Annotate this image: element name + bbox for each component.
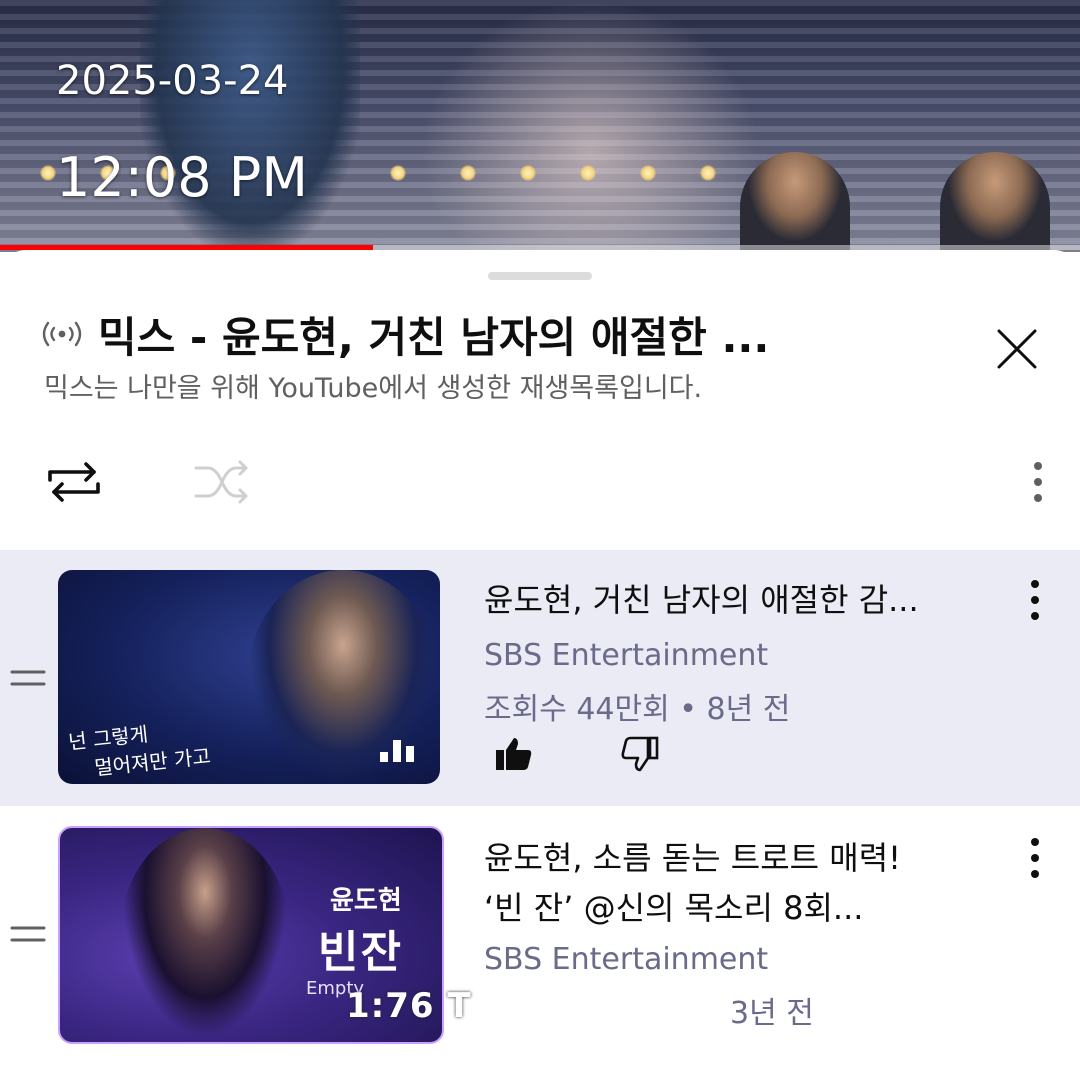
drag-handle[interactable] — [488, 272, 592, 280]
stage-glow — [420, 0, 760, 252]
thumbnail-song: 빈잔 — [318, 927, 403, 978]
playlist-controls — [0, 450, 1080, 514]
mix-broadcast-icon — [42, 321, 82, 347]
shuffle-icon[interactable] — [192, 458, 252, 506]
overlay-date: 2025-03-24 — [56, 58, 289, 104]
like-icon[interactable] — [494, 736, 534, 772]
drag-reorder-icon[interactable] — [10, 919, 46, 949]
drag-reorder-icon[interactable] — [10, 663, 46, 693]
playlist-header: 믹스 - 윤도현, 거친 남자의 애절한 ... — [40, 304, 940, 364]
video-title-line2: ‘빈 잔’ @신의 목소리 8회... — [484, 889, 864, 927]
video-player[interactable]: 2025-03-24 12:08 PM — [0, 0, 1080, 252]
more-vertical-icon[interactable] — [1020, 834, 1050, 882]
playlist-title: 믹스 - 윤도현, 거친 남자의 애절한 ... — [98, 312, 770, 362]
video-meta: 3년 전 — [730, 996, 814, 1031]
judge-figure — [940, 152, 1050, 252]
overlay-time: 12:08 PM — [56, 146, 308, 209]
video-meta: 조회수 44만회 • 8년 전 — [484, 692, 791, 727]
video-thumbnail[interactable]: 넌 그렇게 멀어져만 가고 — [58, 570, 440, 784]
channel-name: SBS Entertainment — [484, 942, 769, 977]
judge-figure — [740, 152, 850, 252]
channel-name: SBS Entertainment — [484, 638, 769, 673]
playlist-subtitle: 믹스는 나만을 위해 YouTube에서 생성한 재생목록입니다. — [44, 373, 703, 404]
now-playing-icon — [380, 740, 414, 762]
singer-image — [120, 828, 290, 1042]
loop-icon[interactable] — [44, 456, 104, 508]
playlist-item[interactable]: 윤도현 빈잔 Empty 윤도현, 소름 돋는 트로트 매력! ‘빈 잔’ @신… — [0, 806, 1080, 1080]
thumbnail-artist: 윤도현 — [330, 886, 402, 916]
video-title-line1: 윤도현, 소름 돋는 트로트 매력! — [484, 839, 901, 877]
overlay-toast: 1:76 T — [346, 986, 472, 1026]
more-vertical-icon[interactable] — [1022, 458, 1054, 506]
dislike-icon[interactable] — [620, 736, 660, 772]
video-title: 윤도현, 거친 남자의 애절한 감... — [484, 581, 919, 619]
playlist-item[interactable]: 넌 그렇게 멀어져만 가고 윤도현, 거친 남자의 애절한 감... SBS E… — [0, 550, 1080, 806]
close-icon[interactable] — [992, 324, 1042, 374]
more-vertical-icon[interactable] — [1020, 576, 1050, 624]
singer-figure — [140, 0, 360, 250]
